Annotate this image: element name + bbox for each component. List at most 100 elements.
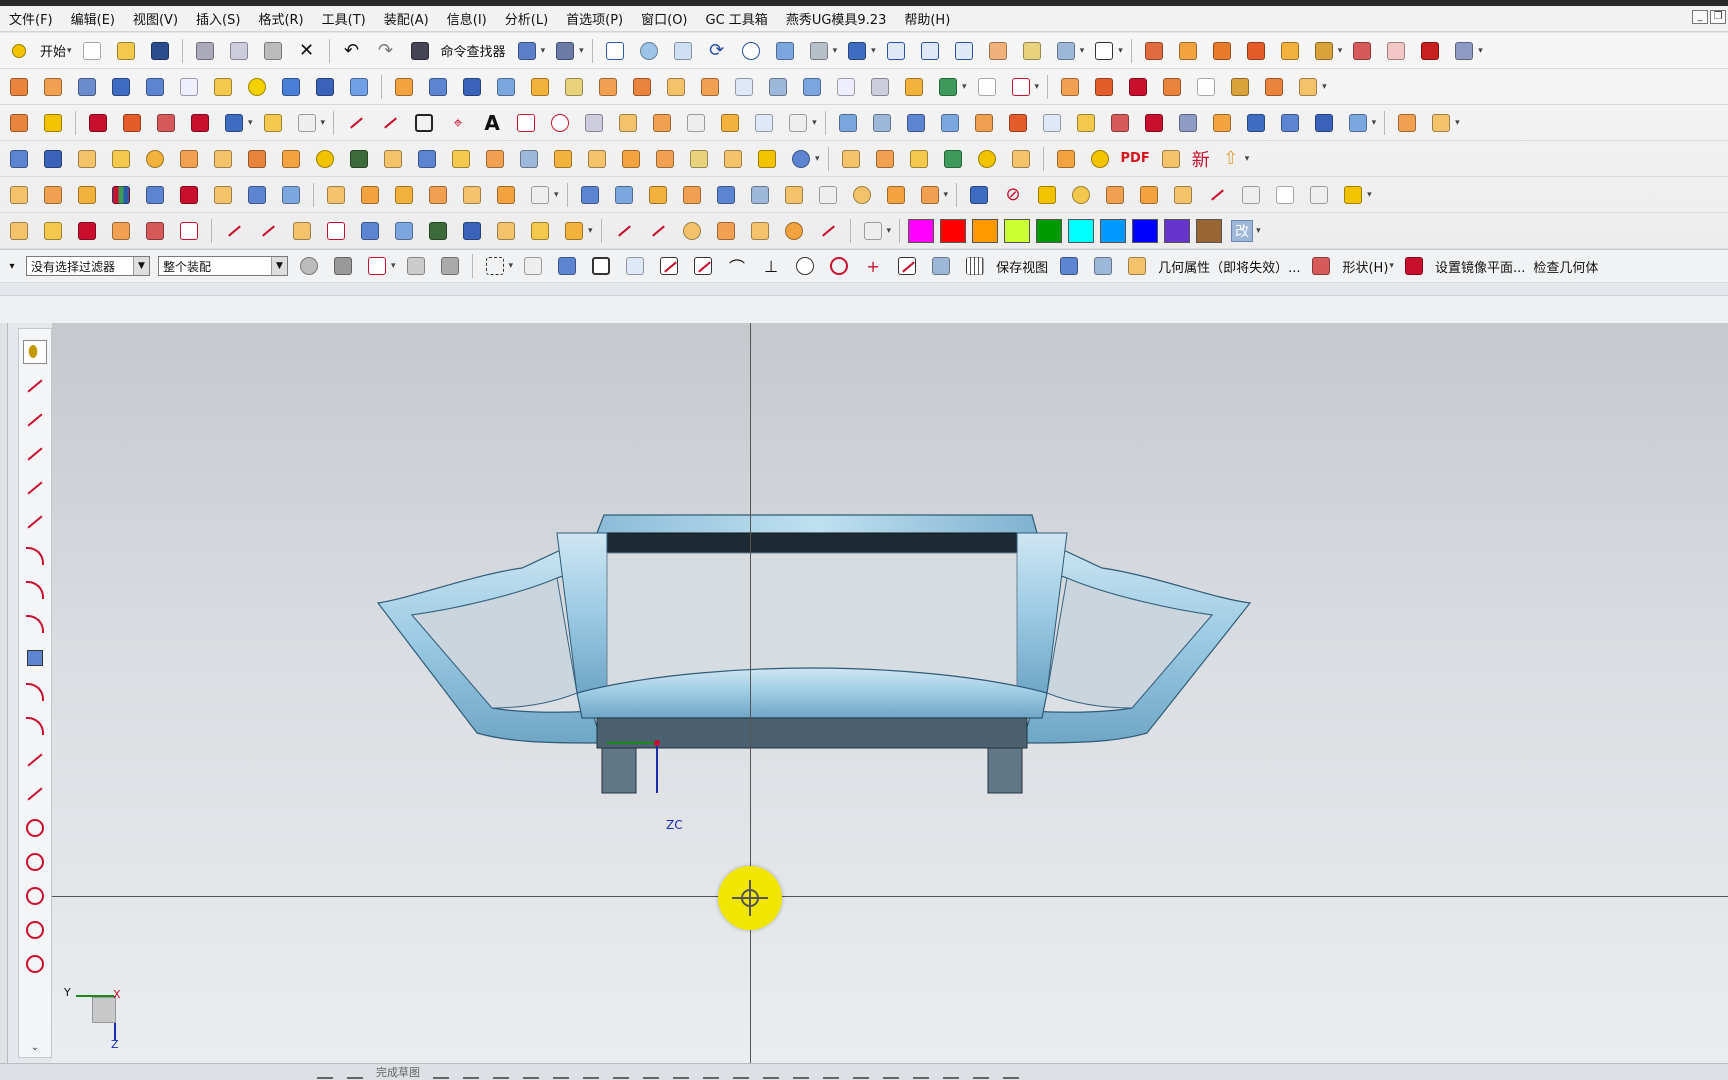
snap-quadrant-icon[interactable] (826, 253, 852, 279)
sketch-24-icon[interactable] (815, 218, 841, 244)
chevron-down-icon[interactable]: ▾ (391, 261, 396, 271)
edit-29-icon[interactable] (1102, 182, 1128, 208)
tangent-line-icon[interactable] (23, 510, 47, 534)
surface-5-icon[interactable] (971, 110, 997, 136)
sketch-12-icon[interactable] (391, 218, 417, 244)
sketch-7-icon[interactable] (221, 218, 247, 244)
surface-11-icon[interactable] (1175, 110, 1201, 136)
mold-29-icon[interactable] (974, 146, 1000, 172)
mold-tool-3-icon[interactable] (1209, 38, 1235, 64)
sync-13-icon[interactable] (683, 110, 709, 136)
view-right-icon[interactable] (951, 38, 977, 64)
up-arrow-icon[interactable]: ⇧ (1218, 146, 1244, 172)
snap-intersect-icon[interactable]: ⊥ (758, 253, 784, 279)
edit-31-icon[interactable] (1170, 182, 1196, 208)
filter-gear-icon[interactable] (296, 253, 322, 279)
color-swatch-red[interactable] (940, 218, 967, 243)
edit-18-icon[interactable] (645, 182, 671, 208)
edit-4-icon[interactable] (142, 182, 168, 208)
color-swatch-blue[interactable] (1132, 218, 1159, 243)
geometry-props-button[interactable]: 几何属性（即将失效）... (1158, 257, 1300, 276)
circle-center-icon[interactable] (23, 952, 47, 976)
color-grid-icon[interactable] (108, 182, 134, 208)
edit-25-icon[interactable] (883, 182, 909, 208)
mirror-plane-button[interactable]: 设置镜像平面... (1435, 257, 1525, 276)
measure-distance-icon[interactable] (1090, 253, 1116, 279)
color-swatch-green[interactable] (1036, 218, 1063, 243)
feature-18-icon[interactable] (731, 74, 757, 100)
sync-10-icon[interactable] (581, 110, 607, 136)
spline-icon[interactable] (23, 612, 47, 636)
sketch-point-icon[interactable]: ⌖ (445, 110, 471, 136)
edit-curve-icon[interactable] (1204, 182, 1230, 208)
chevron-down-icon[interactable]: ▾ (1455, 118, 1460, 128)
edit-26-icon[interactable] (917, 182, 943, 208)
chevron-down-icon[interactable]: ▾ (541, 46, 546, 56)
surface-14-icon[interactable] (1277, 110, 1303, 136)
sketch-palette-icon[interactable] (317, 1065, 333, 1079)
sync-5-icon[interactable] (153, 110, 179, 136)
feature-2-icon[interactable] (40, 74, 66, 100)
snap-existing-icon[interactable]: + (860, 253, 886, 279)
parallel-line-icon[interactable] (23, 442, 47, 466)
sync-9-icon[interactable] (547, 110, 573, 136)
convert-ref-icon[interactable] (1003, 1065, 1019, 1079)
zoom-icon[interactable] (636, 38, 662, 64)
wcs-icon[interactable] (1053, 38, 1079, 64)
snap-on-curve-icon[interactable] (894, 253, 920, 279)
surface-9-icon[interactable] (1107, 110, 1133, 136)
edit-2-icon[interactable] (40, 182, 66, 208)
block-icon[interactable] (312, 74, 338, 100)
arc-line-icon[interactable] (23, 544, 47, 568)
text-icon[interactable]: A (479, 110, 505, 136)
chevron-down-icon[interactable]: ▾ (321, 118, 326, 128)
surface-12-icon[interactable] (1209, 110, 1235, 136)
mold-tool-4-icon[interactable] (1243, 38, 1269, 64)
chevron-down-icon[interactable]: ▾ (1322, 82, 1327, 92)
undo-icon[interactable]: ↶ (339, 38, 365, 64)
edit-22-icon[interactable] (781, 182, 807, 208)
snap-point-icon[interactable] (364, 253, 390, 279)
type-filter-select[interactable]: 没有选择过滤器 ▼ (26, 256, 150, 276)
cancel-circle-icon[interactable]: ⊘ (1000, 182, 1026, 208)
surface-15-icon[interactable] (1311, 110, 1337, 136)
feature-28-icon[interactable] (1091, 74, 1117, 100)
new-file-icon[interactable] (79, 38, 105, 64)
feature-6-icon[interactable] (176, 74, 202, 100)
edit-8-icon[interactable] (278, 182, 304, 208)
grid-icon[interactable] (962, 253, 988, 279)
menu-format[interactable]: 格式(R) (249, 9, 312, 28)
chevron-down-icon[interactable]: ▾ (1245, 154, 1250, 164)
edit-20-icon[interactable] (713, 182, 739, 208)
feature-34-icon[interactable] (1295, 74, 1321, 100)
sketch-5-icon[interactable] (142, 218, 168, 244)
polygon-tool-icon[interactable] (643, 1065, 659, 1079)
fit-view-icon[interactable] (602, 38, 628, 64)
edit-30-icon[interactable] (1136, 182, 1162, 208)
surface-18-icon[interactable] (1428, 110, 1454, 136)
edit-21-icon[interactable] (747, 182, 773, 208)
sketch-1-icon[interactable] (6, 218, 32, 244)
chevron-down-icon[interactable]: ▾ (579, 46, 584, 56)
edit-34-icon[interactable] (1306, 182, 1332, 208)
chevron-down-icon[interactable]: ▾ (67, 46, 72, 56)
graphics-viewport[interactable]: ZC Y X Z (52, 323, 1728, 1063)
chevron-down-icon[interactable]: ▾ (509, 261, 514, 271)
mold-19-icon[interactable] (618, 146, 644, 172)
circle-tool-icon[interactable] (523, 1065, 539, 1079)
chevron-down-icon[interactable]: ▾ (962, 82, 967, 92)
sync-8-icon[interactable] (513, 110, 539, 136)
surface-3-icon[interactable] (903, 110, 929, 136)
mold-tool-5-icon[interactable] (1277, 38, 1303, 64)
mold-17-icon[interactable] (550, 146, 576, 172)
extend-corner-icon[interactable] (23, 782, 47, 806)
menu-gc-toolkit[interactable]: GC 工具箱 (697, 9, 777, 28)
circle-point-icon[interactable] (23, 918, 47, 942)
sketch-3-icon[interactable] (74, 218, 100, 244)
cylinder-icon[interactable] (278, 74, 304, 100)
mold-10-icon[interactable] (312, 146, 338, 172)
sync-4-icon[interactable] (119, 110, 145, 136)
binoculars-icon[interactable] (407, 38, 433, 64)
feature-9-icon[interactable] (425, 74, 451, 100)
profile-icon[interactable] (433, 1065, 449, 1079)
